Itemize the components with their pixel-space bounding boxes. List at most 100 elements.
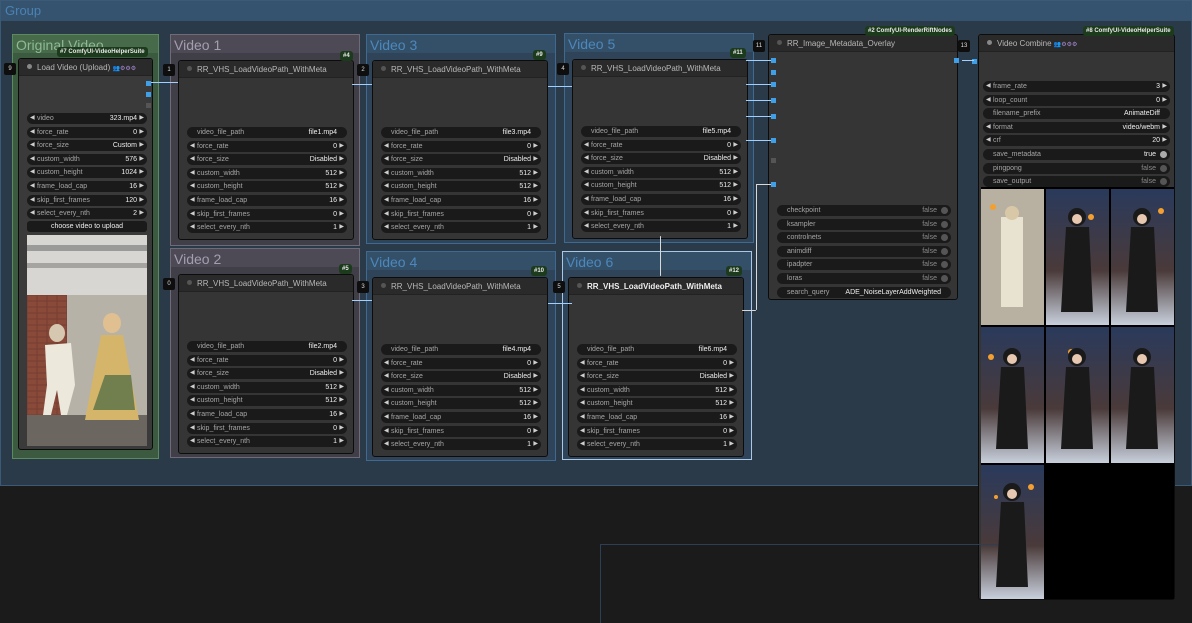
decrement-arrow-icon[interactable]: ◀ — [384, 358, 389, 369]
toggle-knob-icon[interactable] — [1160, 164, 1167, 172]
toggle-knob-icon[interactable] — [941, 261, 948, 269]
increment-arrow-icon[interactable]: ▶ — [729, 439, 734, 450]
decrement-arrow-icon[interactable]: ◀ — [190, 168, 195, 179]
collapse-dot-icon[interactable] — [187, 280, 192, 285]
collapse-dot-icon[interactable] — [577, 283, 582, 288]
increment-arrow-icon[interactable]: ▶ — [729, 358, 734, 369]
overlay-input-port[interactable] — [771, 114, 776, 119]
collapse-dot-icon[interactable] — [381, 283, 386, 288]
collapse-dot-icon[interactable] — [777, 40, 782, 45]
overlay-input-port[interactable] — [771, 138, 776, 143]
widget-custom-width[interactable]: ◀ ▶ custom_width 512 — [581, 166, 741, 178]
decrement-arrow-icon[interactable]: ◀ — [30, 127, 35, 138]
decrement-arrow-icon[interactable]: ◀ — [580, 439, 585, 450]
increment-arrow-icon[interactable]: ▶ — [533, 426, 538, 437]
widget-video-file-path[interactable]: video_file_path file3.mp4 — [381, 127, 541, 138]
increment-arrow-icon[interactable]: ▶ — [1162, 135, 1167, 146]
increment-arrow-icon[interactable]: ▶ — [533, 195, 538, 206]
collapse-dot-icon[interactable] — [987, 40, 992, 45]
increment-arrow-icon[interactable]: ▶ — [339, 395, 344, 406]
widget-force-rate[interactable]: ◀ ▶ force_rate 0 — [381, 140, 541, 152]
toggle-knob-icon[interactable] — [1160, 178, 1167, 186]
widget-skip-first-frames[interactable]: ◀ ▶ skip_first_frames 0 — [187, 422, 347, 434]
increment-arrow-icon[interactable]: ▶ — [139, 154, 144, 165]
increment-arrow-icon[interactable]: ▶ — [733, 208, 738, 219]
widget-force-size[interactable]: ◀ ▶ force_size Disabled — [381, 154, 541, 166]
vhs-load-video-path-node[interactable]: RR_VHS_LoadVideoPath_WithMeta video_file_… — [178, 60, 354, 240]
widget-custom-height[interactable]: ◀ ▶ custom_height 512 — [381, 398, 541, 410]
widget-frame-load-cap[interactable]: ◀ ▶ frame_load_cap 16 — [577, 412, 737, 423]
increment-arrow-icon[interactable]: ▶ — [533, 168, 538, 179]
widget-force-rate[interactable]: ◀ ▶ force_rate 0 — [187, 140, 347, 152]
overlay-input-port[interactable] — [771, 98, 776, 103]
overlay-input-port[interactable] — [771, 158, 776, 163]
decrement-arrow-icon[interactable]: ◀ — [190, 423, 195, 434]
increment-arrow-icon[interactable]: ▶ — [533, 358, 538, 369]
increment-arrow-icon[interactable]: ▶ — [139, 208, 144, 219]
widget-animdiff[interactable]: animdiff false — [777, 245, 951, 257]
toggle-knob-icon[interactable] — [941, 207, 948, 214]
toggle-knob-icon[interactable] — [941, 234, 948, 242]
increment-arrow-icon[interactable]: ▶ — [729, 385, 734, 396]
decrement-arrow-icon[interactable]: ◀ — [384, 371, 389, 382]
decrement-arrow-icon[interactable]: ◀ — [190, 181, 195, 192]
decrement-arrow-icon[interactable]: ◀ — [190, 395, 195, 406]
increment-arrow-icon[interactable]: ▶ — [339, 181, 344, 192]
increment-arrow-icon[interactable]: ▶ — [139, 113, 144, 124]
widget-save-output[interactable]: save_output false — [983, 176, 1170, 188]
widget-skip-first-frames[interactable]: ◀ ▶ skip_first_frames 0 — [577, 425, 737, 437]
vhs-load-video-path-node[interactable]: RR_VHS_LoadVideoPath_WithMeta video_file_… — [372, 277, 548, 457]
decrement-arrow-icon[interactable]: ◀ — [384, 141, 389, 152]
increment-arrow-icon[interactable]: ▶ — [533, 141, 538, 152]
collapse-dot-icon[interactable] — [581, 65, 586, 70]
increment-arrow-icon[interactable]: ▶ — [533, 412, 538, 423]
link-wire[interactable] — [352, 84, 372, 85]
widget-controlnets[interactable]: controlnets false — [777, 232, 951, 244]
widget-custom-width[interactable]: ◀ ▶ custom_width 512 — [381, 384, 541, 396]
decrement-arrow-icon[interactable]: ◀ — [190, 368, 195, 379]
increment-arrow-icon[interactable]: ▶ — [339, 423, 344, 434]
group-title-bar[interactable] — [1, 1, 1191, 21]
node-header[interactable]: RR_VHS_LoadVideoPath_WithMeta — [179, 275, 353, 292]
load-video-node[interactable]: Load Video (Upload) 👥⚙⚙⚙ ◀ ▶ video 323.mp4 ◀… — [18, 58, 153, 450]
widget-force-size[interactable]: ◀ ▶ force_size Disabled — [581, 153, 741, 165]
widget-frame-load-cap[interactable]: ◀ ▶ frame_load_cap 16 — [581, 194, 741, 205]
decrement-arrow-icon[interactable]: ◀ — [986, 81, 991, 92]
decrement-arrow-icon[interactable]: ◀ — [584, 208, 589, 219]
increment-arrow-icon[interactable]: ▶ — [533, 398, 538, 409]
widget-custom-width[interactable]: ◀ ▶ custom_width 512 — [187, 381, 347, 393]
widget-checkpoint[interactable]: checkpoint false — [777, 205, 951, 216]
increment-arrow-icon[interactable]: ▶ — [533, 371, 538, 382]
widget-frame-load-cap[interactable]: ◀ ▶ frame_load_cap 16 — [381, 412, 541, 423]
increment-arrow-icon[interactable]: ▶ — [533, 385, 538, 396]
increment-arrow-icon[interactable]: ▶ — [1162, 95, 1167, 106]
widget-frame-load-cap[interactable]: ◀ ▶ frame_load_cap 16 — [27, 181, 147, 192]
decrement-arrow-icon[interactable]: ◀ — [30, 208, 35, 219]
widget-custom-width[interactable]: ◀ ▶ custom_width 576 — [27, 153, 147, 165]
widget-format[interactable]: ◀ ▶ format video/webm — [983, 121, 1170, 133]
link-wire[interactable] — [746, 116, 774, 117]
decrement-arrow-icon[interactable]: ◀ — [584, 153, 589, 164]
increment-arrow-icon[interactable]: ▶ — [729, 426, 734, 437]
widget-force-size[interactable]: ◀ ▶ force_size Disabled — [381, 371, 541, 383]
decrement-arrow-icon[interactable]: ◀ — [986, 135, 991, 146]
decrement-arrow-icon[interactable]: ◀ — [580, 371, 585, 382]
increment-arrow-icon[interactable]: ▶ — [733, 153, 738, 164]
widget-skip-first-frames[interactable]: ◀ ▶ skip_first_frames 120 — [27, 194, 147, 206]
widget-loop-count[interactable]: ◀ ▶ loop_count 0 — [983, 94, 1170, 106]
widget-select-every-nth[interactable]: ◀ ▶ select_every_nth 2 — [27, 208, 147, 220]
increment-arrow-icon[interactable]: ▶ — [733, 221, 738, 232]
widget-ipadpter[interactable]: ipadpter false — [777, 259, 951, 271]
increment-arrow-icon[interactable]: ▶ — [339, 409, 344, 420]
decrement-arrow-icon[interactable]: ◀ — [580, 385, 585, 396]
decrement-arrow-icon[interactable]: ◀ — [384, 209, 389, 220]
increment-arrow-icon[interactable]: ▶ — [139, 195, 144, 206]
node-header[interactable]: RR_VHS_LoadVideoPath_WithMeta — [373, 278, 547, 295]
widget-custom-height[interactable]: ◀ ▶ custom_height 512 — [187, 395, 347, 407]
widget-video-file-path[interactable]: video_file_path file2.mp4 — [187, 341, 347, 352]
widget-skip-first-frames[interactable]: ◀ ▶ skip_first_frames 0 — [581, 207, 741, 219]
increment-arrow-icon[interactable]: ▶ — [533, 222, 538, 233]
widget-custom-height[interactable]: ◀ ▶ custom_height 512 — [187, 181, 347, 193]
load-video-output-port[interactable] — [146, 92, 151, 97]
decrement-arrow-icon[interactable]: ◀ — [30, 140, 35, 151]
